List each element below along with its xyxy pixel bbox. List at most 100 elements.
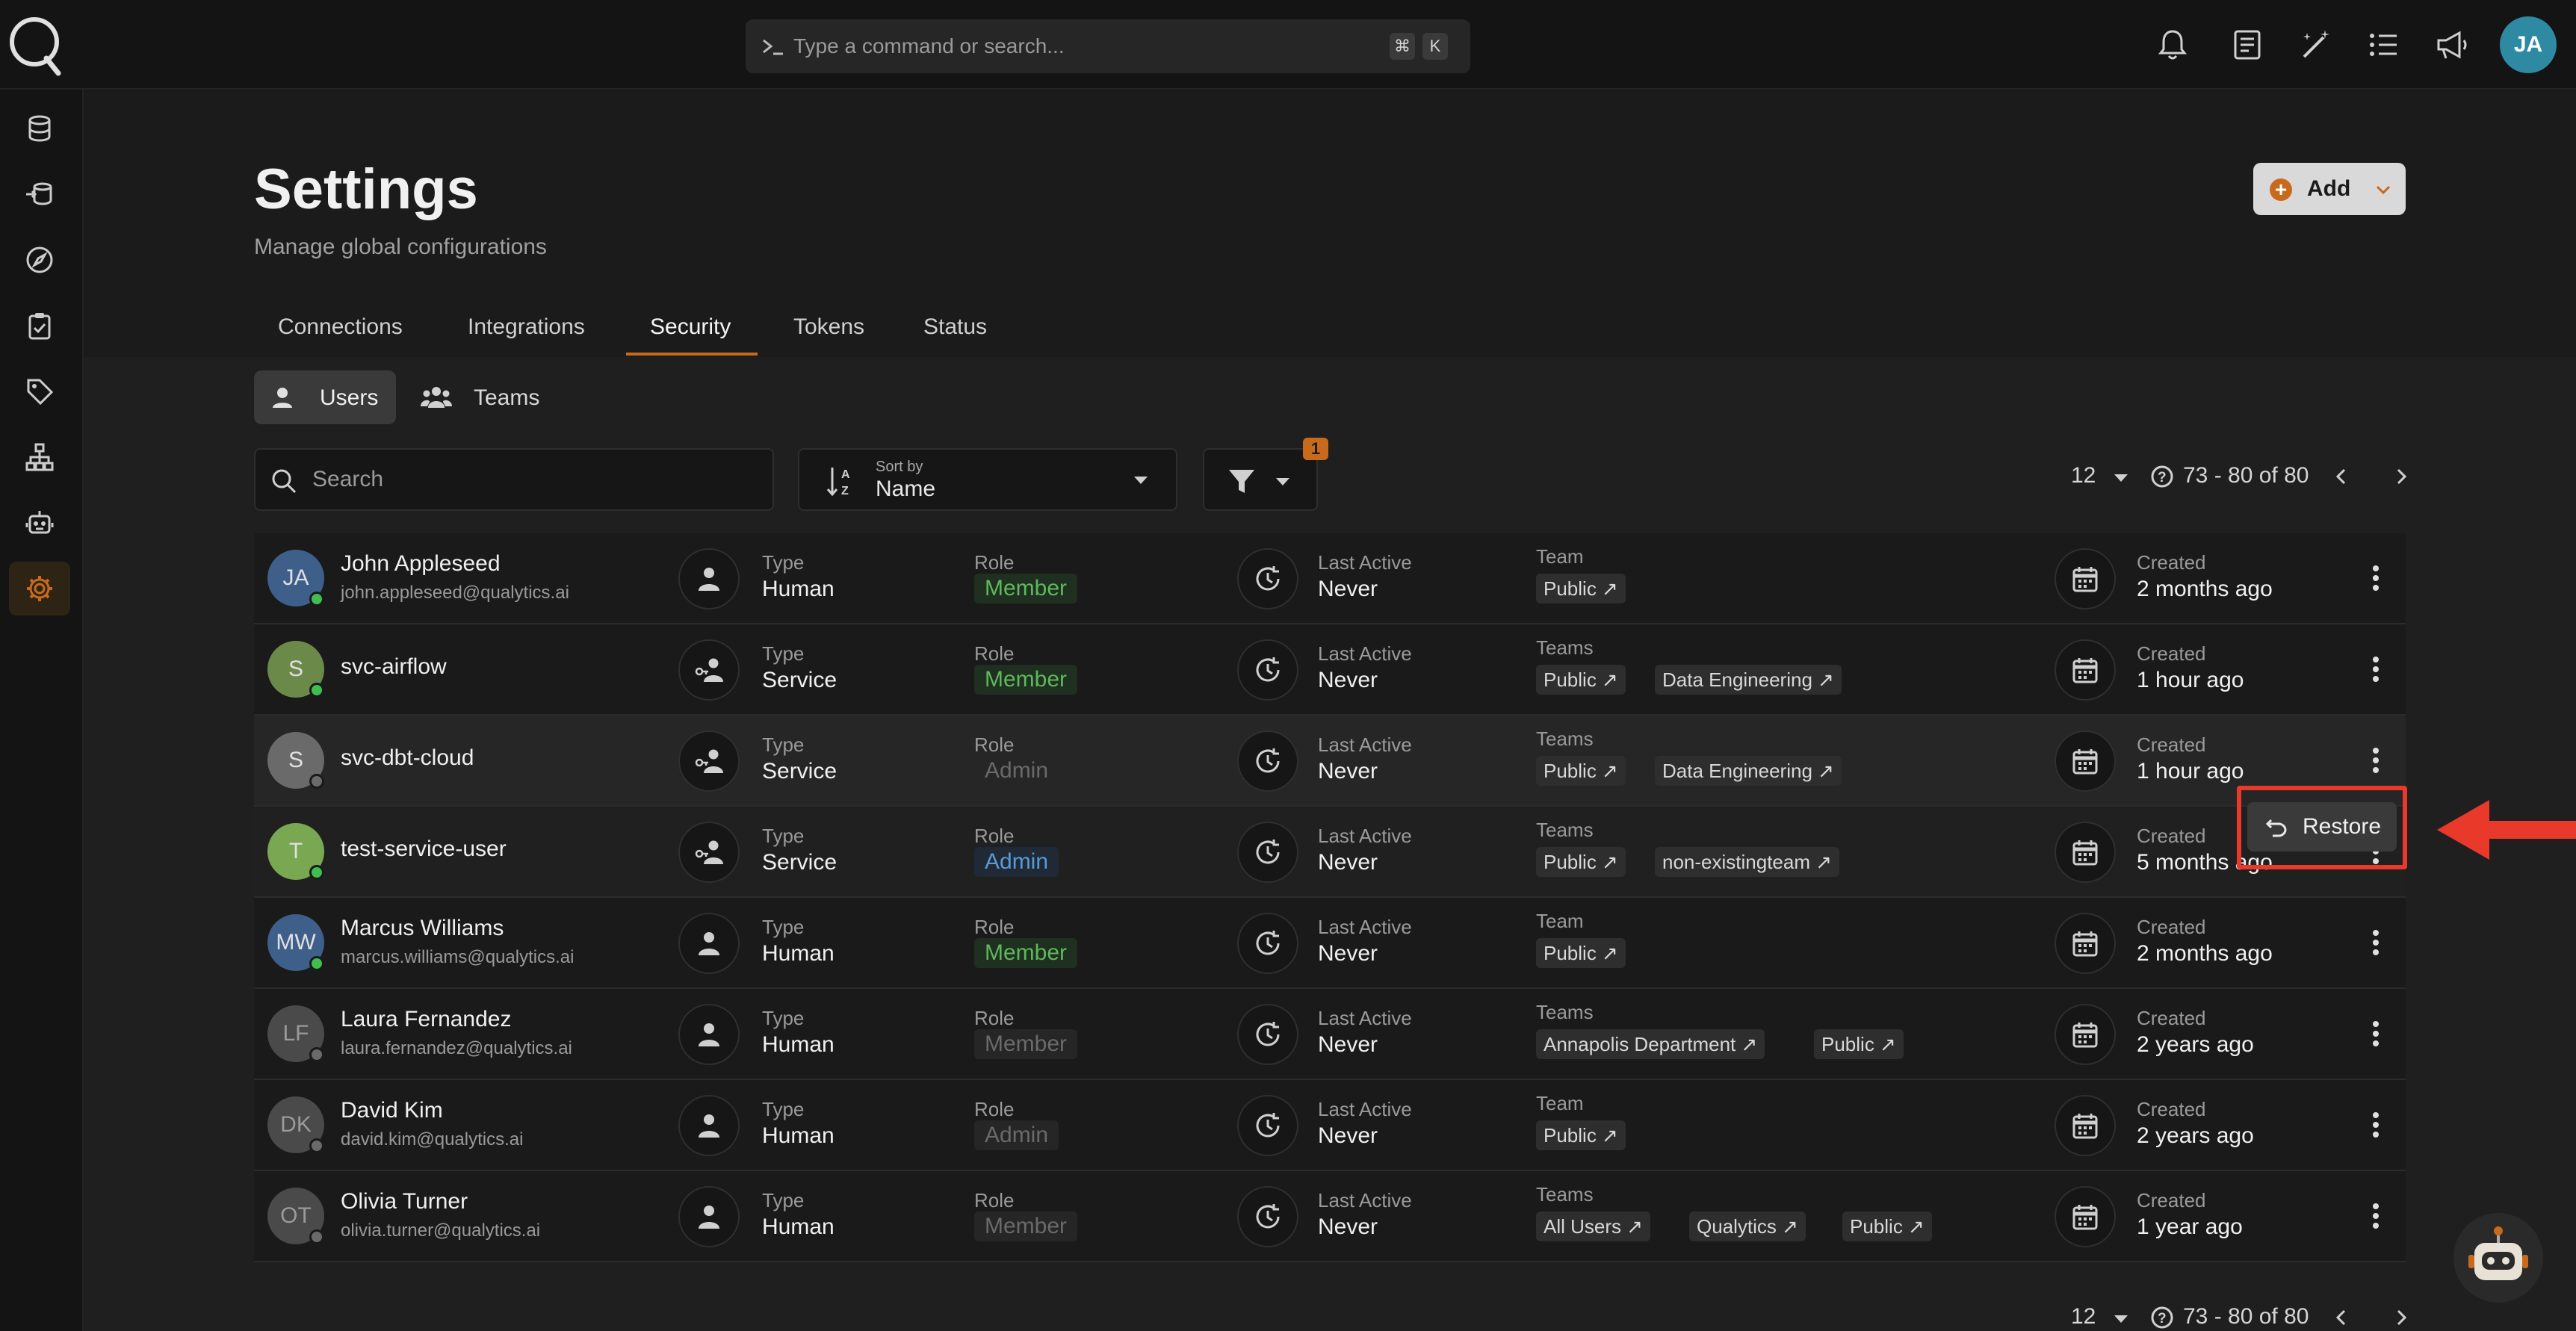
magic-wand-icon[interactable] [2298,27,2334,63]
chevron-left-icon[interactable] [2331,466,2352,487]
help-circle-icon[interactable]: ? [2150,465,2174,488]
last-active-icon-wrap [1237,548,1298,609]
team-label: Team [1536,910,1584,932]
type-icon-wrap [678,639,740,701]
search-input[interactable] [312,465,746,494]
team-chip[interactable]: Public ↗ [1814,1029,1904,1059]
nav-flows[interactable] [9,167,70,221]
team-chip[interactable]: Public ↗ [1536,847,1626,877]
tab-security[interactable]: Security [650,306,731,359]
user-name[interactable]: Olivia Turner [341,1189,468,1214]
team-chip[interactable]: Public ↗ [1842,1211,1932,1241]
chevron-right-icon[interactable] [2391,466,2412,487]
nav-agents[interactable] [9,496,70,550]
add-button[interactable]: + Add [2253,163,2406,215]
user-email: john.appleseed@qualytics.ai [341,583,569,603]
caret-down-icon[interactable] [2113,472,2129,484]
command-search-bar[interactable]: Type a command or search... ⌘ K [746,19,1470,73]
chevron-right-icon[interactable] [2391,1307,2412,1328]
external-link-icon: ↗ [1812,760,1834,782]
user-search[interactable] [254,448,774,511]
pagination-range: 73 - 80 of 80 [2183,1304,2309,1329]
last-active-value: Never [1318,850,1378,875]
tab-tokens[interactable]: Tokens [793,306,864,359]
user-name[interactable]: test-service-user [341,837,507,862]
team-chip[interactable]: Annapolis Department ↗ [1536,1029,1765,1059]
nav-explore[interactable] [9,233,70,287]
external-link-icon: ↗ [1596,1124,1618,1147]
filter-button[interactable] [1203,448,1318,511]
users-toggle[interactable]: Users [254,370,396,424]
last-active-value: Never [1318,1123,1378,1148]
team-chip[interactable]: Data Engineering ↗ [1655,665,1842,695]
team-chip[interactable]: All Users ↗ [1536,1211,1651,1241]
team-chip[interactable]: Public ↗ [1536,574,1626,604]
status-dot [309,1229,324,1244]
service-account-icon [695,658,723,682]
table-row[interactable]: Ssvc-dbt-cloud Type Service Role Admin Last A… [254,716,2406,807]
table-row[interactable]: LF Laura Fernandez laura.fernandez@qualyti… [254,989,2406,1080]
team-chip[interactable]: Data Engineering ↗ [1655,756,1842,786]
table-row[interactable]: MW Marcus Williams marcus.williams@qualyti… [254,898,2406,989]
tab-connections[interactable]: Connections [278,306,403,359]
help-circle-icon[interactable]: ? [2150,1306,2174,1330]
more-vertical-icon[interactable] [2359,562,2392,595]
more-vertical-icon[interactable] [2359,653,2392,686]
qualytics-logo-icon[interactable] [7,13,64,76]
table-row[interactable]: DK David Kim david.kim@qualytics.ai Type Hum… [254,1080,2406,1171]
tab-status[interactable]: Status [923,306,987,359]
assistant-bot-button[interactable] [2453,1213,2543,1303]
type-label: Type [762,642,805,665]
table-row[interactable]: Ssvc-airflow Type Service Role Member Last Ac… [254,624,2406,716]
sort-dropdown[interactable]: A Z Sort by Name [798,448,1177,511]
tag-icon [27,379,54,406]
type-value: Human [762,941,835,966]
page-size-select[interactable]: 12 [2071,1304,2096,1330]
bell-icon[interactable] [2155,27,2190,63]
list-icon[interactable] [2365,27,2401,63]
created-icon-wrap [2055,1186,2116,1247]
more-vertical-icon[interactable] [2359,1108,2392,1141]
last-active-value: Never [1318,759,1378,784]
chevron-down-icon [2376,185,2391,195]
more-vertical-icon[interactable] [2359,744,2392,777]
history-clock-icon [1256,566,1280,591]
megaphone-icon[interactable] [2434,27,2470,63]
user-name[interactable]: svc-airflow [341,654,447,680]
table-row[interactable]: OT Olivia Turner olivia.turner@qualytics.a… [254,1171,2406,1262]
team-chip[interactable]: Public ↗ [1536,938,1626,968]
nav-settings[interactable] [9,562,70,615]
user-name[interactable]: Laura Fernandez [341,1007,512,1032]
user-name[interactable]: John Appleseed [341,551,501,577]
avatar: JA [267,550,324,606]
avatar-initials: DK [280,1112,312,1137]
more-vertical-icon[interactable] [2359,1017,2392,1050]
tab-integrations[interactable]: Integrations [468,306,585,359]
caret-down-icon[interactable] [2113,1313,2129,1325]
team-chip-label: All Users [1544,1215,1622,1238]
user-avatar[interactable]: JA [2500,16,2557,73]
document-icon[interactable] [2229,27,2265,63]
last-active-label: Last Active [1318,1189,1412,1211]
more-vertical-icon[interactable] [2359,926,2392,959]
nav-checks[interactable] [9,299,70,353]
nav-hierarchy[interactable] [9,430,70,484]
user-name[interactable]: Marcus Williams [341,916,504,941]
team-chip[interactable]: Public ↗ [1536,665,1626,695]
chevron-left-icon[interactable] [2331,1307,2352,1328]
table-row[interactable]: Ttest-service-user Type Service Role Admin La… [254,807,2406,898]
team-chip[interactable]: Qualytics ↗ [1689,1211,1806,1241]
gear-icon [27,576,52,601]
clipboard-check-icon [28,313,51,340]
team-chip[interactable]: non-existingteam ↗ [1655,847,1840,877]
team-chip[interactable]: Public ↗ [1536,1120,1626,1150]
table-row[interactable]: JA John Appleseed john.appleseed@qualytics… [254,533,2406,624]
page-size-select[interactable]: 12 [2071,463,2096,488]
user-name[interactable]: David Kim [341,1098,443,1123]
teams-toggle[interactable]: Teams [418,370,560,424]
nav-tags[interactable] [9,364,70,418]
team-chip[interactable]: Public ↗ [1536,756,1626,786]
user-name[interactable]: svc-dbt-cloud [341,745,474,771]
more-vertical-icon[interactable] [2359,1200,2392,1232]
nav-datastores[interactable] [9,102,70,155]
